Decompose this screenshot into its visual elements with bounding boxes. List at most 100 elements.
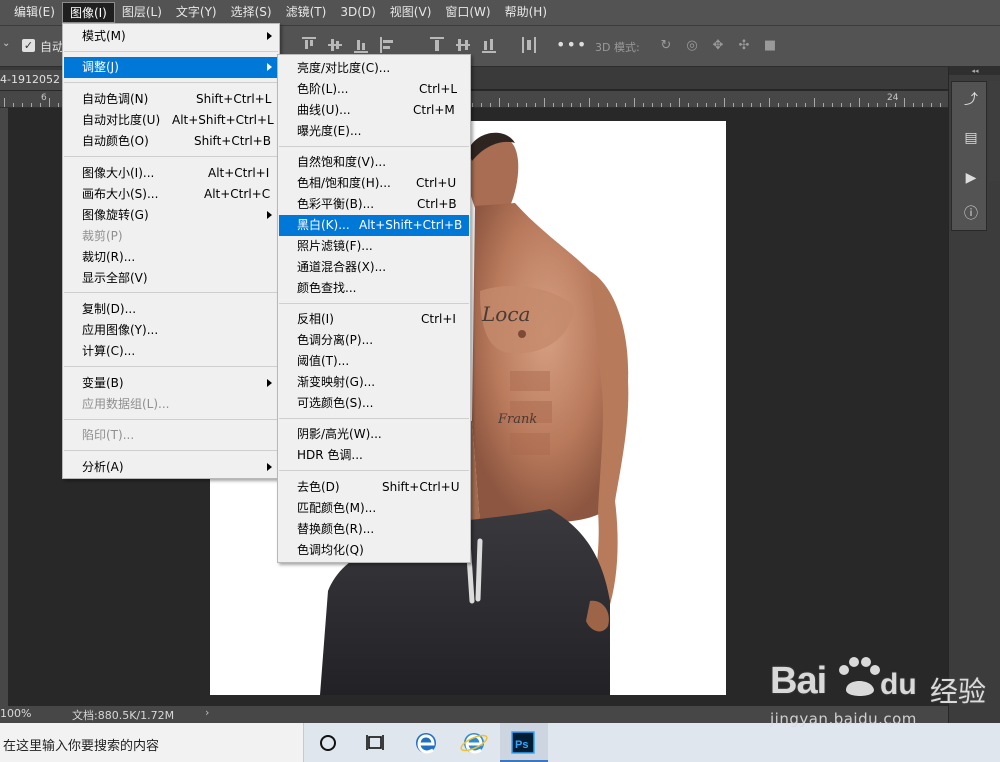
taskbar-search-box[interactable]: 在这里输入你要搜索的内容 (0, 723, 304, 762)
edge-browser-icon[interactable] (402, 723, 450, 762)
photoshop-taskbar-icon[interactable]: Ps (500, 723, 548, 762)
panel-dock: ◂◂ ⤴ ▤ ▶ ⓘ (948, 67, 1000, 723)
menu-item-image-size[interactable]: 图像大小(I)... Alt+Ctrl+I (64, 163, 278, 184)
menu-item-photo-filter[interactable]: 照片滤镜(F)... (279, 236, 469, 257)
3d-scale-icon[interactable]: ■ (762, 38, 778, 54)
image-menu: 模式(M) 调整(J) 自动色调(N) Shift+Ctrl+L 自动对比度(U)… (62, 23, 280, 479)
menu-item-image-rotation[interactable]: 图像旋转(G) (64, 205, 278, 226)
ruler-tick (715, 103, 716, 107)
menu-window[interactable]: 窗口(W) (438, 2, 497, 23)
info-panel-icon[interactable]: ⓘ (958, 202, 984, 226)
ruler-tick (724, 98, 725, 107)
menu-separator (64, 419, 278, 420)
ruler-tick (787, 103, 788, 107)
task-view-icon[interactable] (352, 723, 400, 762)
menu-3d[interactable]: 3D(D) (333, 2, 382, 23)
menu-item-hdr-toning[interactable]: HDR 色调... (279, 445, 469, 466)
menu-item-gradient-map[interactable]: 渐变映射(G)... (279, 372, 469, 393)
menu-item-auto-color[interactable]: 自动颜色(O) Shift+Ctrl+B (64, 131, 278, 152)
menu-item-mode[interactable]: 模式(M) (64, 26, 278, 47)
ruler-tick (814, 98, 815, 107)
menu-item-reveal-all[interactable]: 显示全部(V) (64, 268, 278, 289)
menu-item-color-lookup[interactable]: 颜色查找... (279, 278, 469, 299)
zoom-level[interactable]: 100% (0, 707, 31, 720)
menu-item-match-color[interactable]: 匹配颜色(M)... (279, 498, 469, 519)
actions-play-icon[interactable]: ▶ (958, 166, 984, 190)
align-group (302, 37, 394, 53)
panel-icon-column: ⤴ ▤ ▶ ⓘ (951, 81, 987, 231)
ps-label: Ps (515, 739, 528, 751)
cortana-icon[interactable] (304, 723, 352, 762)
3d-mode-label: 3D 模式: (595, 41, 640, 54)
ruler-tick (688, 103, 689, 107)
menu-item-exposure[interactable]: 曝光度(E)... (279, 121, 469, 142)
distribute-left-icon[interactable] (522, 37, 536, 53)
ruler-tick (859, 98, 860, 107)
more-options-button[interactable]: ••• (556, 35, 587, 54)
menu-item-canvas-size[interactable]: 画布大小(S)... Alt+Ctrl+C (64, 184, 278, 205)
ruler-tick (913, 103, 914, 107)
menu-item-variables[interactable]: 变量(B) (64, 373, 278, 394)
menu-item-equalize[interactable]: 色调均化(Q) (279, 540, 469, 561)
menu-item-hue-saturation[interactable]: 色相/饱和度(H)... Ctrl+U (279, 173, 469, 194)
3d-roll-icon[interactable]: ◎ (684, 38, 700, 54)
menu-item-auto-tone[interactable]: 自动色调(N) Shift+Ctrl+L (64, 89, 278, 110)
history-panel-icon[interactable]: ⤴ (958, 88, 984, 112)
align-vertical-centers-icon[interactable] (328, 37, 342, 53)
3d-orbit-icon[interactable]: ↻ (658, 38, 674, 54)
menu-item-black-white[interactable]: 黑白(K)... Alt+Shift+Ctrl+B (279, 215, 469, 236)
menu-item-adjustments[interactable]: 调整(J) (64, 57, 278, 78)
menu-item-vibrance[interactable]: 自然饱和度(V)... (279, 152, 469, 173)
menu-item-curves[interactable]: 曲线(U)... Ctrl+M (279, 100, 469, 121)
ie-browser-icon[interactable] (450, 723, 498, 762)
ruler-tick (697, 103, 698, 107)
3d-slide-icon[interactable]: ✣ (736, 38, 752, 54)
distribute-top-icon[interactable] (430, 37, 444, 53)
menu-image[interactable]: 图像(I) (61, 2, 115, 23)
collapse-panels-icon[interactable]: ◂◂ (949, 67, 1000, 75)
ruler-tick (589, 98, 590, 107)
auto-select-checkbox[interactable]: ✓ (22, 39, 35, 52)
menu-item-trim[interactable]: 裁切(R)... (64, 247, 278, 268)
properties-panel-icon[interactable]: ▤ (958, 126, 984, 150)
align-left-edges-icon[interactable] (380, 37, 394, 53)
align-top-edges-icon[interactable] (302, 37, 316, 53)
document-tab[interactable]: 4-1912052 (0, 70, 68, 90)
menu-item-threshold[interactable]: 阈值(T)... (279, 351, 469, 372)
menu-item-shadows-highlights[interactable]: 阴影/高光(W)... (279, 424, 469, 445)
tool-preset-chevron-icon[interactable]: ⌄ (2, 38, 16, 54)
menu-layer[interactable]: 图层(L) (115, 2, 169, 23)
ruler-tick (562, 103, 563, 107)
ruler-tick (769, 98, 770, 107)
ruler-tick (625, 103, 626, 107)
distribute-vcenter-icon[interactable] (456, 37, 470, 53)
menu-edit[interactable]: 编辑(E) (7, 2, 62, 23)
auto-select-label: 自动 (40, 40, 65, 54)
menu-type[interactable]: 文字(Y) (169, 2, 224, 23)
menu-item-calculations[interactable]: 计算(C)... (64, 341, 278, 362)
menu-select[interactable]: 选择(S) (224, 2, 279, 23)
menu-item-posterize[interactable]: 色调分离(P)... (279, 330, 469, 351)
menu-item-invert[interactable]: 反相(I) Ctrl+I (279, 309, 469, 330)
menu-help[interactable]: 帮助(H) (498, 2, 554, 23)
distribute-bottom-icon[interactable] (482, 37, 496, 53)
menu-item-apply-image[interactable]: 应用图像(Y)... (64, 320, 278, 341)
menu-item-brightness-contrast[interactable]: 亮度/对比度(C)... (279, 58, 469, 79)
menu-item-analysis[interactable]: 分析(A) (64, 457, 278, 478)
menu-item-color-balance[interactable]: 色彩平衡(B)... Ctrl+B (279, 194, 469, 215)
menu-item-auto-contrast[interactable]: 自动对比度(U) Alt+Shift+Ctrl+L (64, 110, 278, 131)
menu-item-selective-color[interactable]: 可选颜色(S)... (279, 393, 469, 414)
menu-item-replace-color[interactable]: 替换颜色(R)... (279, 519, 469, 540)
menu-filter[interactable]: 滤镜(T) (279, 2, 334, 23)
menu-item-channel-mixer[interactable]: 通道混合器(X)... (279, 257, 469, 278)
ruler-tick (49, 98, 50, 107)
align-bottom-edges-icon[interactable] (354, 37, 368, 53)
ruler-tick (832, 103, 833, 107)
3d-pan-icon[interactable]: ✥ (710, 38, 726, 54)
menu-item-desaturate[interactable]: 去色(D) Shift+Ctrl+U (279, 477, 469, 498)
adjustments-submenu: 亮度/对比度(C)... 色阶(L)... Ctrl+L 曲线(U)... Ctrl… (277, 54, 471, 563)
menu-view[interactable]: 视图(V) (383, 2, 439, 23)
menu-item-levels[interactable]: 色阶(L)... Ctrl+L (279, 79, 469, 100)
status-chevron-icon[interactable]: › (205, 706, 209, 719)
menu-item-duplicate[interactable]: 复制(D)... (64, 299, 278, 320)
